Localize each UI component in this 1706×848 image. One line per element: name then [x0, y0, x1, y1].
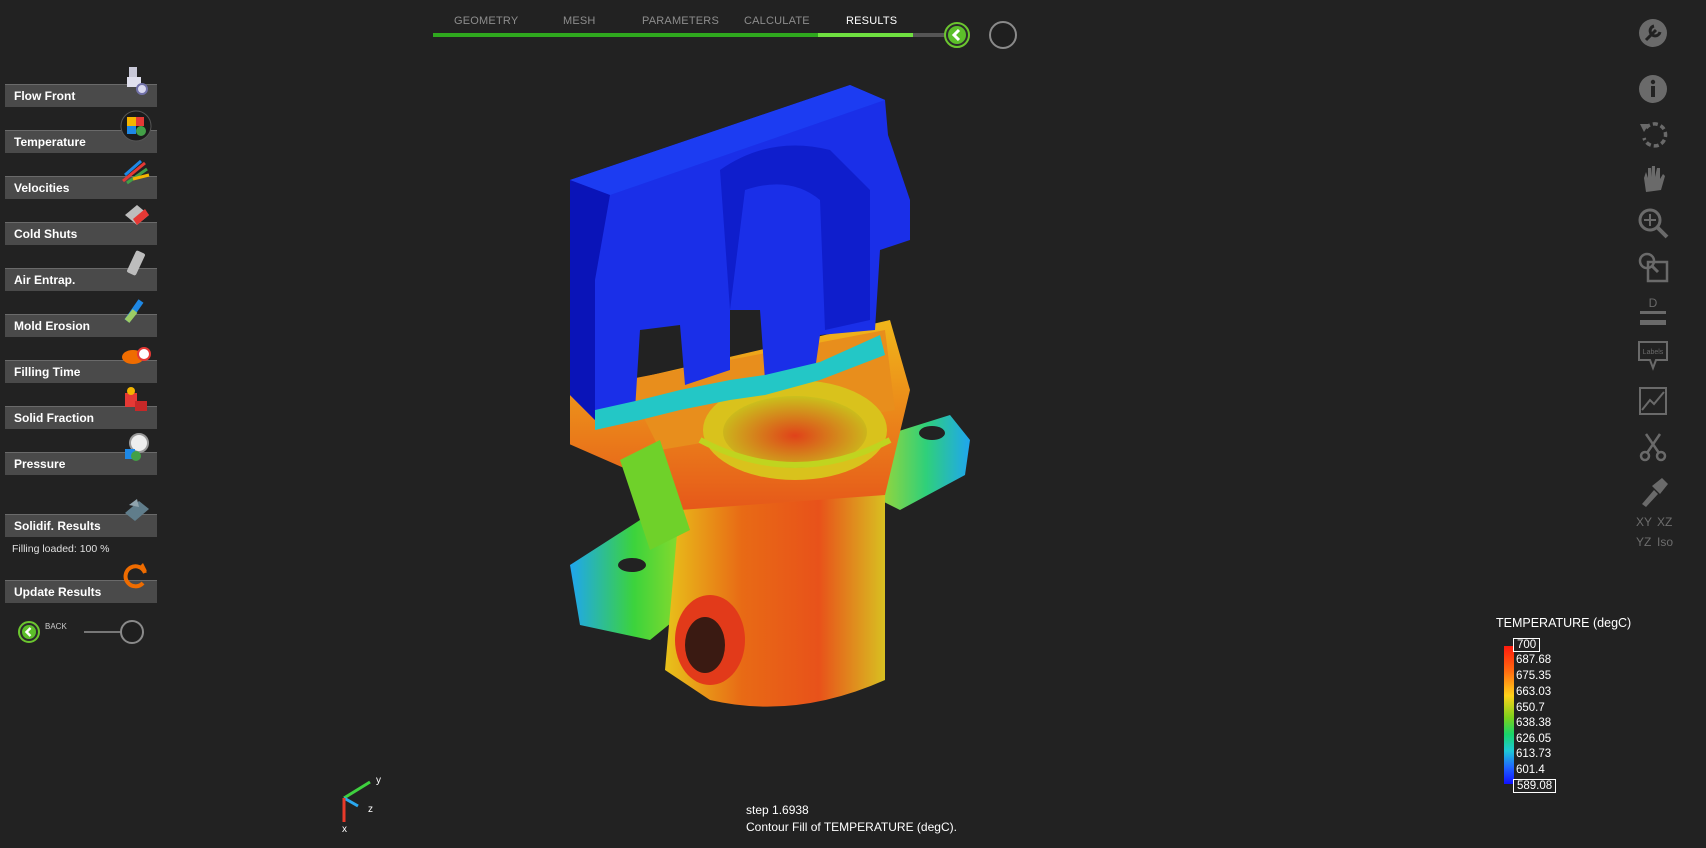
filling-time-icon: [122, 347, 151, 364]
tab-mesh[interactable]: MESH: [563, 15, 596, 27]
air-entrapment-icon: [127, 250, 145, 276]
solid-fraction-label: Solid Fraction: [14, 411, 95, 425]
solid-fraction-icon: [125, 387, 147, 411]
temperature-button[interactable]: Temperature: [5, 110, 157, 153]
view-yz-button[interactable]: YZ: [1636, 535, 1651, 549]
legend-tick: 601.4: [1516, 764, 1545, 776]
legend-tick: 638.38: [1516, 717, 1552, 729]
flow-front-label: Flow Front: [14, 89, 76, 103]
tab-geometry[interactable]: GEOMETRY: [454, 15, 518, 27]
air-entrapment-label: Air Entrap.: [14, 273, 76, 287]
air-entrapment-button[interactable]: Air Entrap.: [5, 250, 157, 291]
legend-tick: 613.73: [1516, 748, 1552, 760]
legend-max-value[interactable]: 700: [1513, 638, 1541, 652]
pressure-label: Pressure: [14, 457, 66, 471]
legend-min-value[interactable]: 589.08: [1513, 779, 1557, 793]
solidification-results-label: Solidif. Results: [14, 519, 101, 533]
zoom-window-icon[interactable]: [1636, 250, 1670, 284]
settings-icon[interactable]: [1636, 16, 1670, 50]
chart-icon[interactable]: [1636, 384, 1670, 418]
temperature-legend: TEMPERATURE (degC) 700 687.68 675.35 663…: [1496, 616, 1686, 796]
view-iso-button[interactable]: Iso: [1657, 535, 1673, 549]
legend-tick: 675.35: [1516, 670, 1552, 682]
filling-loaded-status: Filling loaded: 100 %: [12, 543, 110, 555]
solid-fraction-button[interactable]: Solid Fraction: [5, 387, 157, 429]
step-text: step 1.6938: [746, 803, 809, 817]
status-info: step 1.6938 Contour Fill of TEMPERATURE …: [746, 802, 957, 836]
tab-results[interactable]: RESULTS: [846, 15, 897, 27]
labels-text: Labels: [1643, 349, 1664, 356]
rotate-icon[interactable]: [1636, 118, 1670, 152]
workflow-bar: GEOMETRY MESH PARAMETERS CALCULATE RESUL…: [0, 0, 1706, 60]
legend-tick: 663.03: [1516, 686, 1552, 698]
velocities-label: Velocities: [14, 181, 70, 195]
cold-shuts-icon: [125, 205, 149, 225]
chevron-left-icon: [948, 26, 966, 44]
dimension-icon[interactable]: D: [1636, 294, 1670, 328]
pressure-button[interactable]: Pressure: [5, 433, 157, 475]
back-next-button[interactable]: [120, 620, 144, 644]
flashlight-icon[interactable]: [1636, 474, 1670, 508]
cut-plane-icon[interactable]: [1636, 430, 1670, 464]
refresh-icon: [123, 563, 147, 589]
view-xz-button[interactable]: XZ: [1657, 515, 1672, 529]
tab-parameters[interactable]: PARAMETERS: [642, 15, 719, 27]
back-label: BACK: [45, 622, 67, 631]
labels-icon[interactable]: Labels: [1636, 338, 1670, 372]
update-results-button[interactable]: Update Results: [5, 563, 157, 603]
solidification-icon: [125, 499, 149, 521]
zoom-icon[interactable]: [1636, 206, 1670, 240]
axis-triad: y z x: [342, 775, 381, 832]
cold-shuts-button[interactable]: Cold Shuts: [5, 205, 157, 245]
filling-time-label: Filling Time: [14, 365, 81, 379]
solidification-results-button[interactable]: Solidif. Results: [5, 499, 157, 537]
casting-model-view[interactable]: [570, 80, 1070, 760]
workflow-progress-active: [818, 33, 913, 37]
cold-shuts-label: Cold Shuts: [14, 227, 78, 241]
velocities-button[interactable]: Velocities: [5, 159, 157, 199]
filling-time-button[interactable]: Filling Time: [5, 347, 157, 383]
triad-z-label: z: [368, 804, 373, 815]
legend-title: TEMPERATURE (degC): [1496, 616, 1632, 630]
back-button[interactable]: [18, 621, 40, 643]
mold-erosion-label: Mold Erosion: [14, 319, 90, 333]
legend-tick: 687.68: [1516, 654, 1552, 666]
chevron-left-icon: [22, 625, 36, 639]
workflow-next-button[interactable]: [989, 21, 1017, 49]
update-results-label: Update Results: [14, 585, 102, 599]
info-icon[interactable]: [1636, 72, 1670, 106]
triad-x-label: x: [342, 824, 347, 832]
velocities-icon: [122, 159, 150, 185]
flow-front-button[interactable]: Flow Front: [5, 67, 157, 107]
workflow-back-button[interactable]: [944, 22, 970, 48]
temperature-label: Temperature: [14, 135, 86, 149]
legend-tick: 626.05: [1516, 733, 1552, 745]
pan-hand-icon[interactable]: [1636, 162, 1670, 196]
legend-tick: 650.7: [1516, 702, 1545, 714]
mold-erosion-icon: [124, 299, 144, 323]
temperature-icon: [120, 110, 152, 142]
dimension-text: D: [1649, 296, 1658, 310]
triad-y-label: y: [376, 775, 381, 786]
flow-front-icon: [127, 67, 148, 95]
back-control: BACK: [18, 618, 146, 646]
legend-color-bar: [1504, 646, 1514, 784]
view-xy-button[interactable]: XY: [1636, 515, 1652, 529]
mold-erosion-button[interactable]: Mold Erosion: [5, 299, 157, 337]
tab-calculate[interactable]: CALCULATE: [744, 15, 810, 27]
contour-description: Contour Fill of TEMPERATURE (degC).: [746, 820, 957, 834]
pressure-icon: [125, 433, 149, 461]
